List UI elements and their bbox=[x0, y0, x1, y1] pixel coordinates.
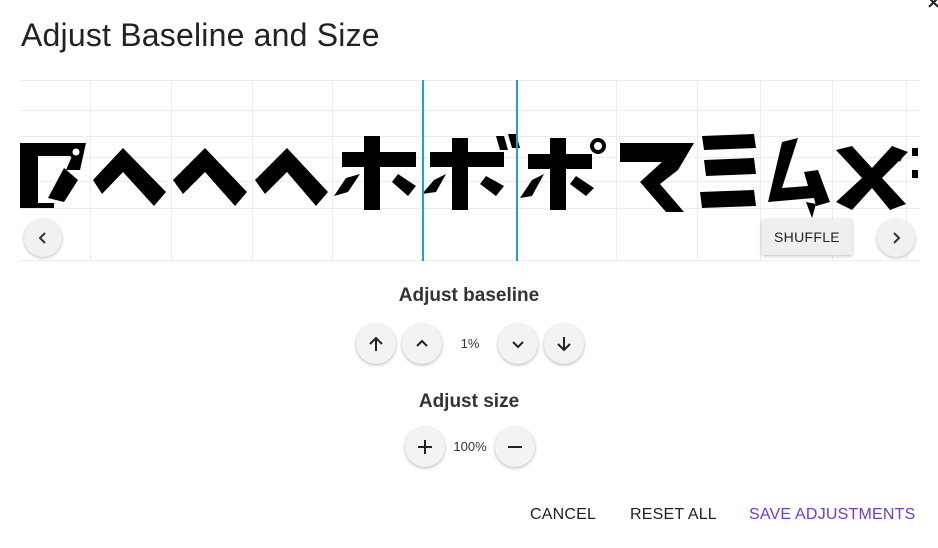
chevron-down-icon bbox=[512, 341, 524, 349]
next-button[interactable] bbox=[877, 219, 915, 257]
size-increase-button[interactable] bbox=[405, 427, 445, 467]
baseline-down-large-button[interactable] bbox=[544, 324, 584, 364]
glyph-bo bbox=[422, 134, 520, 210]
minus-icon bbox=[508, 446, 522, 448]
glyph-pu bbox=[20, 143, 86, 208]
arrow-down-icon bbox=[557, 337, 571, 352]
glyph-he bbox=[255, 148, 328, 206]
size-value: 100% bbox=[453, 439, 487, 454]
arrow-up-icon bbox=[369, 336, 383, 351]
glyph-po bbox=[520, 138, 606, 210]
size-label: Adjust size bbox=[418, 391, 520, 412]
dialog-title: Adjust Baseline and Size bbox=[21, 17, 380, 53]
baseline-value: 1% bbox=[460, 336, 480, 351]
glyph-mi bbox=[700, 134, 756, 208]
glyph-ma bbox=[620, 143, 694, 212]
previous-button[interactable] bbox=[24, 219, 62, 257]
baseline-up-small-button[interactable] bbox=[402, 324, 442, 364]
glyph-x bbox=[836, 146, 908, 210]
baseline-guide-line bbox=[422, 80, 424, 261]
baseline-down-small-button[interactable] bbox=[498, 324, 538, 364]
glyph-mu bbox=[768, 138, 830, 218]
grid-line bbox=[20, 260, 920, 261]
save-adjustments-button[interactable]: SAVE ADJUSTMENTS bbox=[749, 506, 916, 524]
glyph-partial bbox=[912, 148, 918, 178]
grid-line bbox=[20, 110, 920, 111]
chevron-left-icon bbox=[38, 232, 46, 244]
plus-icon bbox=[418, 440, 432, 454]
baseline-label: Adjust baseline bbox=[398, 285, 540, 306]
glyph-ho bbox=[334, 136, 416, 210]
baseline-up-large-button[interactable] bbox=[356, 324, 396, 364]
chevron-right-icon bbox=[893, 232, 901, 244]
glyph-strip bbox=[20, 134, 918, 218]
grid-line bbox=[20, 80, 920, 81]
close-icon[interactable]: × bbox=[926, 0, 938, 12]
shuffle-button[interactable]: SHUFFLE bbox=[762, 219, 852, 255]
glyph-he bbox=[93, 148, 166, 206]
size-decrease-button[interactable] bbox=[495, 427, 535, 467]
baseline-guide-line bbox=[516, 80, 518, 261]
cancel-button[interactable]: CANCEL bbox=[530, 506, 596, 524]
glyph-he bbox=[173, 148, 247, 206]
chevron-up-icon bbox=[416, 339, 428, 347]
reset-all-button[interactable]: RESET ALL bbox=[630, 506, 717, 524]
